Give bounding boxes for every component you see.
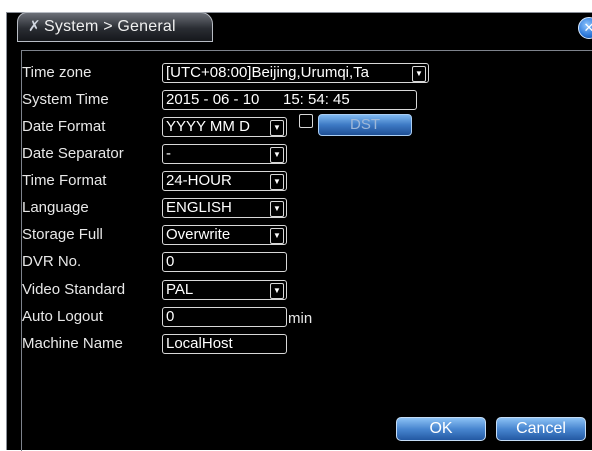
title-tab: ✗ System > General	[17, 12, 213, 42]
system-date-value: 2015 - 06 - 10	[166, 91, 260, 108]
chevron-down-icon[interactable]: ▼	[270, 120, 284, 136]
time-zone-select[interactable]: [UTC+08:00]Beijing,Urumqi,Ta ▼	[162, 63, 429, 83]
label-system-time: System Time	[22, 91, 109, 108]
close-button[interactable]: ✕	[578, 17, 592, 39]
time-format-value: 24-HOUR	[166, 172, 232, 189]
date-format-select[interactable]: YYYY MM D ▼	[162, 117, 287, 137]
label-date-format: Date Format	[22, 118, 106, 135]
label-time-format: Time Format	[22, 172, 107, 189]
chevron-down-icon[interactable]: ▼	[270, 147, 284, 163]
date-separator-select[interactable]: - ▼	[162, 144, 287, 164]
chevron-down-icon[interactable]: ▼	[412, 66, 426, 82]
chevron-down-icon[interactable]: ▼	[270, 174, 284, 190]
label-auto-logout: Auto Logout	[22, 308, 103, 325]
chevron-down-icon[interactable]: ▼	[270, 228, 284, 244]
dvr-no-input[interactable]: 0	[162, 252, 287, 272]
label-storage-full: Storage Full	[22, 226, 103, 243]
time-format-select[interactable]: 24-HOUR ▼	[162, 171, 287, 191]
label-video-standard: Video Standard	[22, 281, 126, 298]
date-format-value: YYYY MM D	[166, 118, 250, 135]
close-icon: ✕	[583, 20, 592, 35]
label-date-separator: Date Separator	[22, 145, 124, 162]
language-value: ENGLISH	[166, 199, 232, 216]
dst-button[interactable]: DST	[318, 114, 412, 136]
time-zone-value: [UTC+08:00]Beijing,Urumqi,Ta	[166, 64, 370, 81]
label-machine-name: Machine Name	[22, 335, 123, 352]
tools-icon: ✗	[28, 18, 41, 35]
system-time-input[interactable]: 2015 - 06 - 10 15: 54: 45	[162, 90, 417, 110]
label-language: Language	[22, 199, 89, 216]
machine-name-input[interactable]: LocalHost	[162, 334, 287, 354]
system-time-value: 15: 54: 45	[283, 91, 350, 108]
window-title: System > General	[44, 18, 176, 35]
label-dvr-no: DVR No.	[22, 253, 82, 270]
storage-full-select[interactable]: Overwrite ▼	[162, 225, 287, 245]
video-standard-select[interactable]: PAL ▼	[162, 280, 287, 300]
dst-checkbox[interactable]	[299, 114, 313, 128]
auto-logout-value: 0	[166, 308, 175, 325]
language-select[interactable]: ENGLISH ▼	[162, 198, 287, 218]
auto-logout-unit: min	[288, 310, 313, 327]
storage-full-value: Overwrite	[166, 226, 231, 243]
label-time-zone: Time zone	[22, 64, 92, 81]
chevron-down-icon[interactable]: ▼	[270, 283, 284, 299]
auto-logout-input[interactable]: 0	[162, 307, 287, 327]
settings-panel	[21, 50, 592, 451]
date-separator-value: -	[166, 145, 171, 162]
ok-button[interactable]: OK	[396, 417, 486, 441]
video-standard-value: PAL	[166, 281, 194, 298]
cancel-button[interactable]: Cancel	[496, 417, 586, 441]
dvr-no-value: 0	[166, 253, 175, 270]
chevron-down-icon[interactable]: ▼	[270, 201, 284, 217]
machine-name-value: LocalHost	[166, 335, 233, 352]
